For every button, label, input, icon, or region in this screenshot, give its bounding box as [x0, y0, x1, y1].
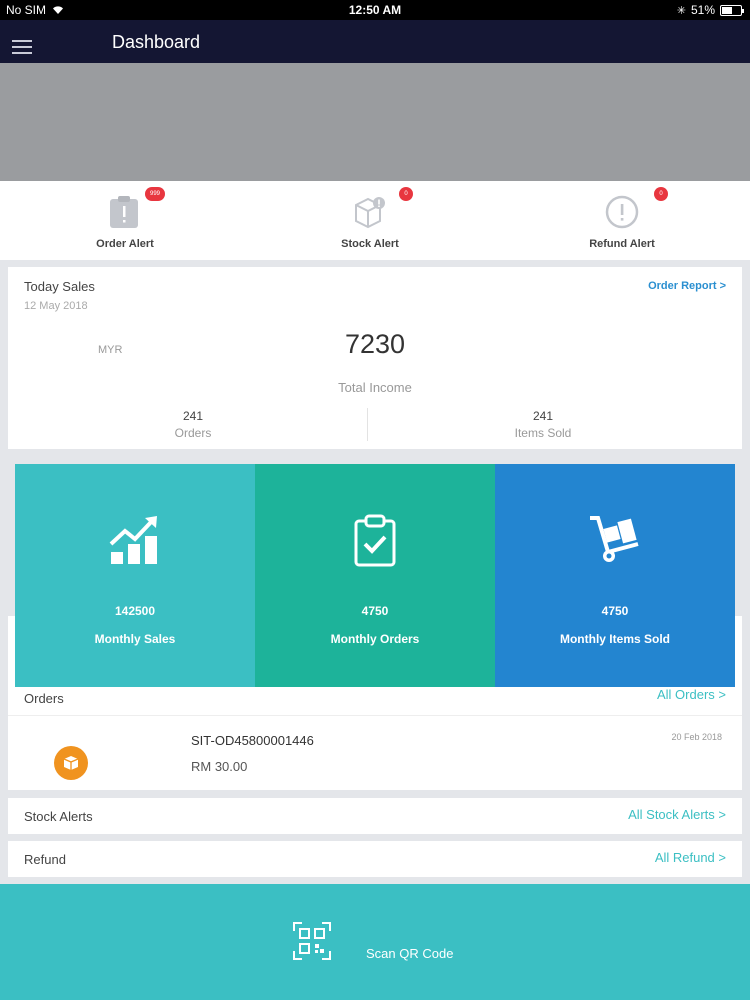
order-price: RM 30.00 — [191, 759, 248, 774]
orders-stat: 241 Orders — [8, 409, 378, 440]
orders-stat-value: 241 — [182, 409, 204, 423]
all-refund-link[interactable]: All Refund > — [655, 850, 726, 865]
monthly-orders-value: 4750 — [361, 604, 389, 618]
stock-alert-badge: 0 — [399, 187, 413, 201]
refund-title: Refund — [24, 852, 66, 867]
items-sold-stat-label: Items Sold — [514, 426, 572, 440]
orders-divider — [8, 715, 742, 716]
order-alert[interactable]: 999 Order Alert — [0, 181, 250, 260]
hand-truck-icon — [590, 516, 639, 562]
all-stock-alerts-link[interactable]: All Stock Alerts > — [628, 807, 726, 822]
stock-alert[interactable]: 0 Stock Alert — [245, 181, 495, 260]
refund-alert[interactable]: 0 Refund Alert — [497, 181, 747, 260]
monthly-sales-value: 142500 — [114, 604, 156, 618]
orders-stat-label: Orders — [174, 426, 212, 440]
status-right: ✳ 51% — [676, 3, 744, 17]
items-sold-stat: 241 Items Sold — [358, 409, 728, 440]
order-report-link[interactable]: Order Report > — [648, 280, 726, 292]
hamburger-icon[interactable] — [12, 40, 32, 54]
qr-code-icon — [293, 922, 331, 960]
battery-percent: 51% — [690, 3, 715, 17]
growth-chart-icon — [109, 516, 157, 564]
total-income-value: 7230 — [344, 329, 406, 359]
stock-alerts-section: Stock Alerts All Stock Alerts > — [8, 798, 742, 834]
banner-image — [0, 63, 750, 181]
total-income-label: Total Income — [338, 380, 412, 395]
page-title: Dashboard — [112, 32, 201, 52]
monthly-items-sold-label: Monthly Items Sold — [559, 632, 670, 646]
all-orders-link[interactable]: All Orders > — [657, 687, 726, 702]
status-bar: No SIM 12:50 AM ✳ 51% — [0, 0, 750, 20]
items-sold-stat-value: 241 — [532, 409, 554, 423]
order-id[interactable]: SIT-OD45800001446 — [191, 733, 314, 748]
monthly-orders-tile[interactable]: 4750 Monthly Orders — [255, 464, 495, 687]
scan-qr-bar[interactable]: Scan QR Code — [0, 884, 750, 1000]
package-icon — [54, 746, 88, 780]
battery-icon — [720, 4, 744, 16]
clipboard-alert-icon — [110, 196, 138, 228]
refund-alert-label: Refund Alert — [589, 238, 655, 250]
order-alert-label: Order Alert — [96, 238, 154, 250]
alerts-row: 999 Order Alert 0 Stock Alert 0 Refund A… — [0, 181, 750, 260]
refund-section: Refund All Refund > — [8, 841, 742, 877]
nav-bar: Dashboard — [0, 20, 750, 63]
stock-alerts-title: Stock Alerts — [24, 809, 93, 824]
refund-alert-badge: 0 — [654, 187, 668, 201]
monthly-items-sold-tile[interactable]: 4750 Monthly Items Sold — [495, 464, 735, 687]
stock-alert-label: Stock Alert — [341, 238, 399, 250]
clock: 12:50 AM — [348, 3, 402, 17]
clipboard-check-icon — [354, 514, 396, 567]
monthly-orders-label: Monthly Orders — [330, 632, 420, 646]
order-alert-badge: 999 — [145, 187, 165, 201]
monthly-sales-tile[interactable]: 142500 Monthly Sales — [15, 464, 255, 687]
today-sales-title: Today Sales — [24, 279, 95, 294]
bluetooth-icon: ✳ — [676, 4, 686, 17]
today-sales-date: 12 May 2018 — [24, 300, 88, 312]
today-sales-card: Today Sales 12 May 2018 Order Report > M… — [8, 267, 742, 449]
exclamation-circle-icon — [605, 195, 639, 229]
box-alert-icon — [355, 197, 385, 229]
monthly-items-sold-value: 4750 — [601, 604, 629, 618]
scan-qr-label: Scan QR Code — [366, 946, 454, 961]
orders-title: Orders — [24, 691, 64, 706]
order-date: 20 Feb 2018 — [671, 732, 722, 742]
monthly-sales-label: Monthly Sales — [94, 632, 176, 646]
